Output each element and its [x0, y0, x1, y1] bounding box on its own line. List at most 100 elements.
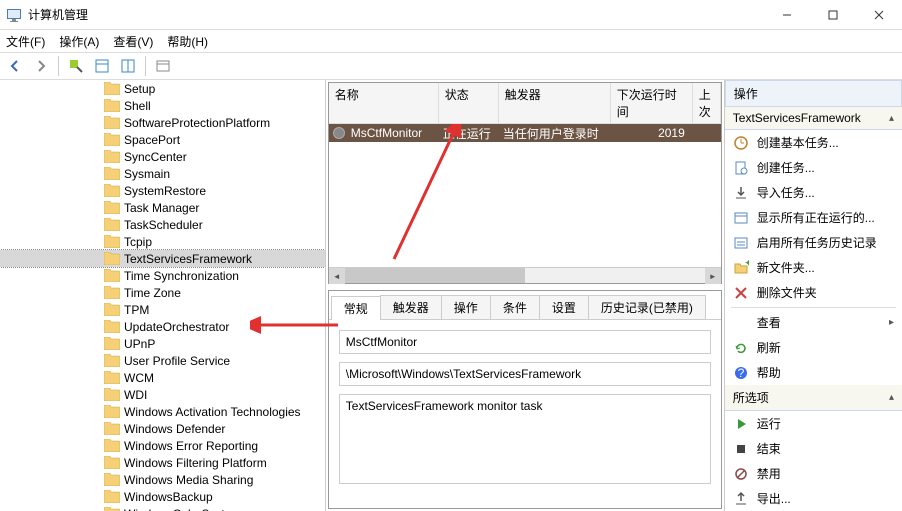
svg-text:✦: ✦ [744, 260, 749, 270]
tree-item-label: TextServicesFramework [124, 252, 252, 266]
tree-item[interactable]: WindowsColorSystem [0, 505, 325, 511]
action-create-task[interactable]: 创建任务... [725, 155, 902, 180]
collapse-icon[interactable]: ▴ [889, 113, 894, 124]
tree-item[interactable]: TaskScheduler [0, 216, 325, 233]
action-label: 删除文件夹 [757, 284, 817, 301]
tree-item[interactable]: SpacePort [0, 131, 325, 148]
col-status[interactable]: 状态 [439, 83, 499, 123]
horizontal-scrollbar[interactable]: ◄ ► [329, 267, 721, 283]
action-enable-history[interactable]: 启用所有任务历史记录 [725, 230, 902, 255]
tree-item-label: SpacePort [124, 133, 180, 147]
action-view[interactable]: 查看 [725, 310, 902, 335]
view-icon [733, 315, 749, 331]
tree-item[interactable]: Shell [0, 97, 325, 114]
task-detail-panel: 常规触发器操作条件设置历史记录(已禁用) MsCtfMonitor \Micro… [328, 290, 722, 509]
tree-item[interactable]: TPM [0, 301, 325, 318]
scroll-left-icon[interactable]: ◄ [329, 268, 345, 284]
action-label: 禁用 [757, 465, 781, 482]
col-trigger[interactable]: 触发器 [499, 83, 611, 123]
cell-name: MsCtfMonitor [345, 125, 437, 141]
create-basic-icon [733, 135, 749, 151]
cell-status: 正在运行 [437, 124, 497, 143]
menu-help[interactable]: 帮助(H) [167, 33, 208, 50]
tree-item[interactable]: UPnP [0, 335, 325, 352]
menu-file[interactable]: 文件(F) [6, 33, 45, 50]
actions-pane: 操作 TextServicesFramework ▴ 创建基本任务...创建任务… [725, 80, 902, 511]
tree-item[interactable]: WCM [0, 369, 325, 386]
actions-section-selected[interactable]: 所选项 ▴ [725, 385, 902, 411]
detail-tab[interactable]: 历史记录(已禁用) [588, 295, 706, 319]
scroll-right-icon[interactable]: ► [705, 268, 721, 284]
close-button[interactable] [856, 0, 902, 30]
tree-item[interactable]: Task Manager [0, 199, 325, 216]
action-label: 导出... [757, 490, 791, 507]
action-label: 导入任务... [757, 184, 815, 201]
forward-button[interactable] [30, 55, 52, 77]
action-create-basic[interactable]: 创建基本任务... [725, 130, 902, 155]
tree-item[interactable]: Time Zone [0, 284, 325, 301]
detail-tab[interactable]: 条件 [490, 295, 540, 319]
action-import[interactable]: 导入任务... [725, 180, 902, 205]
toolbar-view2-button[interactable] [117, 55, 139, 77]
detail-tab[interactable]: 触发器 [380, 295, 442, 319]
action-disable[interactable]: 禁用 [725, 461, 902, 486]
action-show-running[interactable]: 显示所有正在运行的... [725, 205, 902, 230]
tree-item[interactable]: Time Synchronization [0, 267, 325, 284]
detail-task-name: MsCtfMonitor [339, 330, 711, 354]
actions-section-context[interactable]: TextServicesFramework ▴ [725, 107, 902, 130]
tree-item[interactable]: Windows Filtering Platform [0, 454, 325, 471]
menu-action[interactable]: 操作(A) [59, 33, 99, 50]
tree-item[interactable]: Sysmain [0, 165, 325, 182]
back-button[interactable] [4, 55, 26, 77]
tree-item[interactable]: Tcpip [0, 233, 325, 250]
tree-item[interactable]: Windows Error Reporting [0, 437, 325, 454]
collapse-icon[interactable]: ▴ [889, 392, 894, 403]
toolbar-extra-button[interactable] [152, 55, 174, 77]
toolbar-view1-button[interactable] [91, 55, 113, 77]
tree-item[interactable]: WindowsBackup [0, 488, 325, 505]
end-icon [733, 441, 749, 457]
task-row-selected[interactable]: MsCtfMonitor 正在运行 当任何用户登录时 2019 [329, 124, 721, 142]
tree-item[interactable]: Windows Activation Technologies [0, 403, 325, 420]
maximize-button[interactable] [810, 0, 856, 30]
tree-item[interactable]: TextServicesFramework [0, 250, 325, 267]
help-icon: ? [733, 365, 749, 381]
scroll-thumb[interactable] [345, 268, 525, 283]
detail-tab[interactable]: 操作 [441, 295, 491, 319]
col-last[interactable]: 上次 [693, 83, 721, 123]
col-next-run[interactable]: 下次运行时间 [611, 83, 693, 123]
action-delete-folder[interactable]: 删除文件夹 [725, 280, 902, 305]
action-end[interactable]: 结束 [725, 436, 902, 461]
tree-item[interactable]: UpdateOrchestrator [0, 318, 325, 335]
tree-item[interactable]: WDI [0, 386, 325, 403]
tree-item[interactable]: Windows Media Sharing [0, 471, 325, 488]
tree-item[interactable]: SoftwareProtectionPlatform [0, 114, 325, 131]
detail-tab[interactable]: 常规 [331, 296, 381, 320]
col-name[interactable]: 名称 [329, 83, 439, 123]
show-running-icon [733, 210, 749, 226]
action-export[interactable]: 导出... [725, 486, 902, 511]
tree-scroll[interactable]: SetupShellSoftwareProtectionPlatform Spac… [0, 80, 325, 511]
tree-item[interactable]: Setup [0, 80, 325, 97]
menu-view[interactable]: 查看(V) [113, 33, 153, 50]
action-help[interactable]: ?帮助 [725, 360, 902, 385]
action-label: 刷新 [757, 339, 781, 356]
action-new-folder[interactable]: ✦新文件夹... [725, 255, 902, 280]
tree-item-label: Tcpip [124, 235, 152, 249]
window-title: 计算机管理 [28, 6, 764, 23]
tree-item[interactable]: User Profile Service [0, 352, 325, 369]
action-refresh[interactable]: 刷新 [725, 335, 902, 360]
minimize-button[interactable] [764, 0, 810, 30]
create-task-icon [733, 160, 749, 176]
tree-item-label: SystemRestore [124, 184, 206, 198]
detail-task-description: TextServicesFramework monitor task [339, 394, 711, 484]
tree-item[interactable]: SyncCenter [0, 148, 325, 165]
action-label: 结束 [757, 440, 781, 457]
action-run[interactable]: 运行 [725, 411, 902, 436]
detail-tab[interactable]: 设置 [539, 295, 589, 319]
toolbar-action-button[interactable] [65, 55, 87, 77]
tree-item[interactable]: Windows Defender [0, 420, 325, 437]
tree-item-label: Windows Defender [124, 422, 225, 436]
actions-header: 操作 [725, 80, 902, 107]
tree-item[interactable]: SystemRestore [0, 182, 325, 199]
